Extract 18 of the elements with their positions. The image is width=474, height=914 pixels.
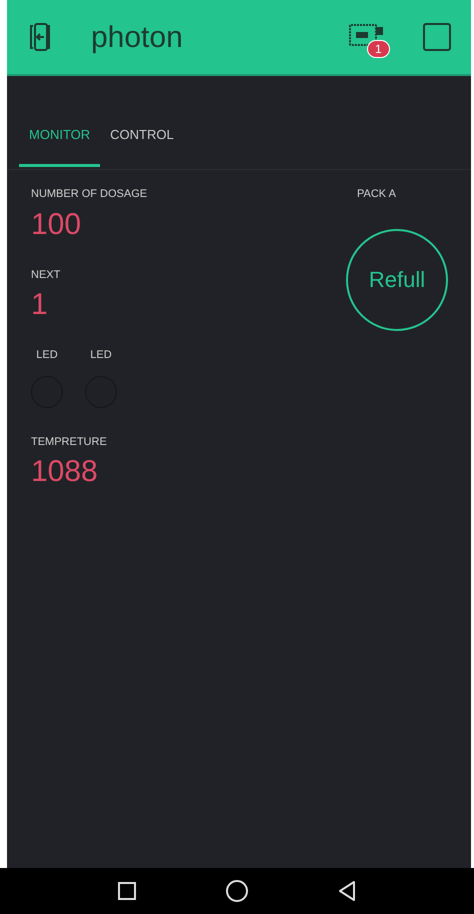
- home-icon[interactable]: [226, 880, 248, 902]
- recent-apps-icon[interactable]: [118, 882, 136, 900]
- value-display: 100: [31, 206, 82, 242]
- notification-badge: 1: [367, 40, 390, 58]
- button-label: PACK A: [357, 187, 396, 202]
- widget-label: TEMPRETURE: [31, 434, 108, 450]
- back-icon[interactable]: [338, 881, 356, 901]
- widget-label: NUMBER OF DOSAGE: [31, 187, 148, 202]
- led-label: LED: [90, 348, 112, 363]
- value-display: 1: [31, 287, 49, 323]
- square-button[interactable]: [423, 23, 451, 51]
- tab[interactable]: CONTROL: [100, 124, 184, 167]
- tab[interactable]: MONITOR: [19, 124, 100, 167]
- project-title: photon: [91, 20, 183, 56]
- refull-button[interactable]: Refull: [346, 228, 448, 330]
- widget-label: NEXT: [31, 268, 62, 282]
- value-display: 1088: [31, 454, 99, 490]
- led-label: LED: [36, 348, 58, 363]
